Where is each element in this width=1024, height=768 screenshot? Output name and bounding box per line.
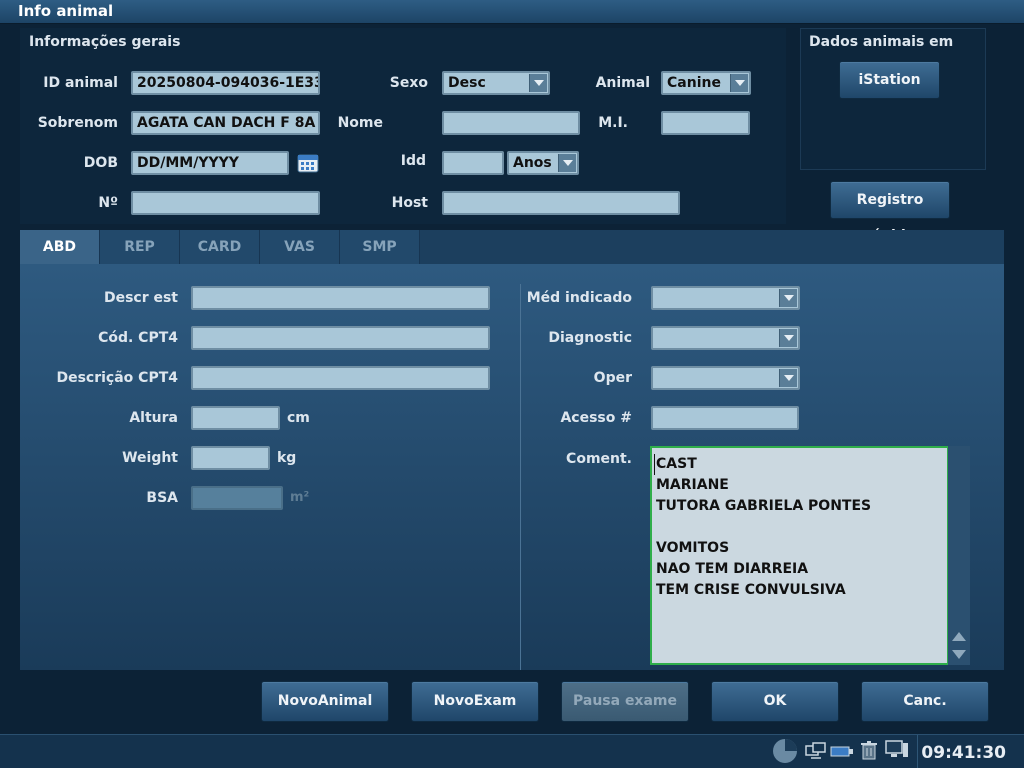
comment-line: VOMITOS: [656, 540, 730, 556]
trash-icon: [860, 740, 878, 764]
cpt-code-field[interactable]: [191, 326, 490, 350]
tab-rep[interactable]: REP: [100, 230, 180, 264]
comment-line: NAO TEM DIARREIA: [656, 561, 809, 577]
comment-label: Coment.: [566, 451, 632, 467]
sex-select[interactable]: Desc: [442, 71, 550, 95]
status-divider: [917, 735, 918, 768]
name-label: Nome: [337, 115, 383, 131]
dob-label: DOB: [83, 155, 118, 171]
desc-field[interactable]: [191, 286, 490, 310]
pause-exam-button: Pausa exame: [561, 681, 689, 722]
bsa-unit: m²: [290, 490, 310, 505]
quick-register-button[interactable]: Registro rápido: [830, 181, 950, 244]
column-divider: [520, 284, 521, 670]
data-source-title: Dados animais em: [809, 34, 954, 50]
sex-label: Sexo: [389, 75, 428, 91]
comment-line: TEM CRISE CONVULSIVA: [656, 582, 846, 598]
network-icon: [805, 742, 827, 764]
sex-value: Desc: [448, 75, 486, 91]
name-field[interactable]: [442, 111, 580, 135]
host-field[interactable]: [442, 191, 680, 215]
diagnostic-select[interactable]: [651, 326, 800, 350]
tab-card[interactable]: CARD: [180, 230, 260, 264]
section-title: Informações gerais: [29, 34, 181, 50]
desc-label: Descr est: [103, 290, 178, 306]
doctor-label: Méd indicado: [526, 290, 632, 306]
comment-line: [656, 517, 943, 538]
weight-unit: kg: [277, 450, 297, 466]
chevron-down-icon: [730, 74, 748, 92]
surname-field[interactable]: AGATA CAN DACH F 8A: [131, 111, 320, 135]
comment-textarea[interactable]: CAST MARIANE TUTORA GABRIELA PONTES VOMI…: [650, 446, 949, 665]
new-exam-button[interactable]: NovoExam: [411, 681, 539, 722]
status-bar: 09:41:30: [0, 734, 1024, 768]
exam-tabs: ABD REP CARD VAS SMP: [20, 230, 1004, 264]
new-animal-button[interactable]: NovoAnimal: [261, 681, 389, 722]
animal-label: Animal: [595, 75, 650, 91]
chevron-down-icon: [779, 369, 797, 387]
chevron-down-icon: [779, 329, 797, 347]
comment-line: TUTORA GABRIELA PONTES: [656, 498, 872, 514]
scroll-up-icon[interactable]: [952, 632, 966, 641]
comment-line: CAST: [654, 454, 943, 475]
height-field[interactable]: [191, 406, 280, 430]
chevron-down-icon: [558, 154, 576, 172]
height-unit: cm: [287, 410, 310, 426]
comment-line: MARIANE: [656, 477, 729, 493]
bsa-field: [191, 486, 283, 510]
comment-scrollbar[interactable]: [948, 446, 970, 665]
window-title: Info animal: [18, 2, 114, 20]
cpt-desc-field[interactable]: [191, 366, 490, 390]
chevron-down-icon: [779, 289, 797, 307]
weight-field[interactable]: [191, 446, 270, 470]
height-label: Altura: [129, 410, 178, 426]
host-label: Host: [391, 195, 428, 211]
surname-label: Sobrenom: [37, 115, 118, 131]
doctor-select[interactable]: [651, 286, 800, 310]
istation-button[interactable]: iStation: [839, 61, 940, 99]
operator-label: Oper: [593, 370, 632, 386]
age-unit-value: Anos: [513, 155, 552, 171]
chevron-down-icon: [529, 74, 547, 92]
title-bar: Info animal: [0, 0, 1024, 24]
ok-button[interactable]: OK: [711, 681, 839, 722]
tab-vas[interactable]: VAS: [260, 230, 340, 264]
tab-abd[interactable]: ABD: [20, 230, 100, 264]
access-field[interactable]: [651, 406, 799, 430]
age-unit-select[interactable]: Anos: [507, 151, 579, 175]
progress-icon: [773, 739, 797, 763]
weight-label: Weight: [122, 450, 178, 466]
calendar-icon[interactable]: [297, 152, 319, 173]
animal-value: Canine: [667, 75, 721, 91]
cancel-button[interactable]: Canc.: [861, 681, 989, 722]
mi-field[interactable]: [661, 111, 750, 135]
bsa-label: BSA: [146, 490, 178, 506]
usb-drive-icon: [830, 743, 854, 763]
number-label: Nº: [98, 195, 118, 211]
tab-smp[interactable]: SMP: [340, 230, 420, 264]
id-field[interactable]: 20250804-094036-1E33: [131, 71, 320, 95]
clock: 09:41:30: [921, 743, 1006, 763]
cpt-code-label: Cód. CPT4: [98, 330, 178, 346]
access-label: Acesso #: [560, 410, 632, 426]
dob-field[interactable]: DD/MM/YYYY: [131, 151, 289, 175]
number-field[interactable]: [131, 191, 320, 215]
id-label: ID animal: [43, 75, 118, 91]
mi-label: M.I.: [598, 115, 628, 131]
animal-select[interactable]: Canine: [661, 71, 751, 95]
age-field[interactable]: [442, 151, 504, 175]
operator-select[interactable]: [651, 366, 800, 390]
scroll-down-icon[interactable]: [952, 650, 966, 659]
monitor-icon: [885, 740, 909, 764]
age-label: Idd: [400, 153, 426, 169]
cpt-desc-label: Descrição CPT4: [56, 370, 178, 386]
diagnostic-label: Diagnostic: [548, 330, 632, 346]
